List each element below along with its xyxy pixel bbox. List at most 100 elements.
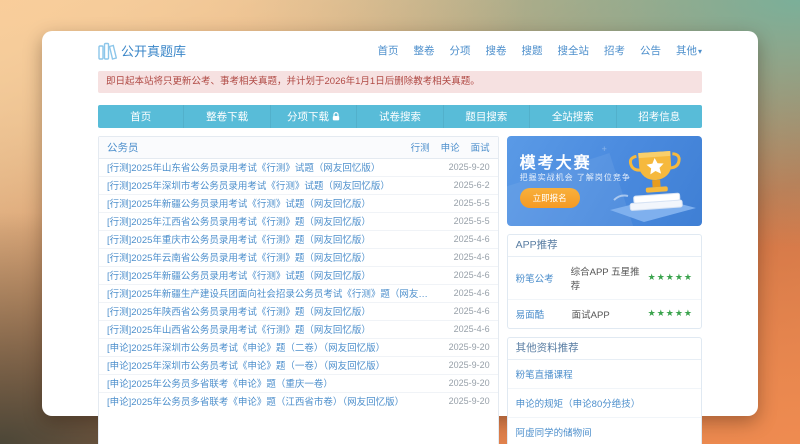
exam-link[interactable]: [申论]2025年深圳市公务员考试《申论》题（一卷）（网友回忆版） (107, 358, 385, 372)
nav-item-整卷[interactable]: 整卷 (413, 43, 434, 58)
exam-link[interactable]: [行测]2025年新疆公务员录用考试《行测》试题（网友回忆版） (107, 196, 371, 210)
exam-row: [行测]2025年陕西省公务员录用考试《行测》题（网友回忆版） 2025-4-6 (99, 303, 498, 321)
exam-row: [行测]2025年新疆公务员录用考试《行测》试题（网友回忆版） 2025-4-6 (99, 267, 498, 285)
tab-题目搜索[interactable]: 题目搜索 (442, 104, 529, 128)
exam-link[interactable]: [行测]2025年陕西省公务员录用考试《行测》题（网友回忆版） (107, 304, 371, 318)
chevron-down-icon: ▾ (697, 47, 702, 56)
filter-行测[interactable]: 行测 (411, 140, 430, 154)
exam-date: 2025-9-20 (448, 396, 490, 406)
exam-row: [行测]2025年重庆市公务员录用考试《行测》题（网友回忆版） 2025-4-6 (99, 231, 498, 249)
app-row: 粉笔公考 综合APP 五星推荐 ★★★★★ (507, 257, 701, 300)
tab-试卷搜索[interactable]: 试卷搜索 (356, 104, 442, 128)
exam-date: 2025-9-20 (448, 162, 490, 172)
exam-row: [行测]2025年深圳市考公务员录用考试《行测》试题（网友回忆版） 2025-6-… (99, 177, 498, 195)
rating-stars-icon: ★★★★★ (647, 272, 693, 282)
exam-date: 2025-4-6 (453, 288, 490, 298)
nav-item-more[interactable]: 其他▾ (676, 43, 702, 58)
site-title: 公开真题库 (121, 44, 187, 59)
exam-date: 2025-4-6 (453, 270, 490, 280)
app-description: 综合APP 五星推荐 (570, 266, 640, 292)
exam-date: 2025-4-6 (453, 324, 490, 334)
nav-item-分项[interactable]: 分项 (449, 43, 470, 58)
site-logo[interactable]: 公开真题库 (98, 41, 186, 60)
filter-面试[interactable]: 面试 (471, 140, 490, 154)
rating-stars-icon: ★★★★★ (647, 308, 693, 318)
other-resources-panel: 其他资料推荐 粉笔直播课程申论的规矩（申论80分绝技）阿虚同学的储物间医考题库小… (506, 336, 702, 444)
exam-date: 2025-4-6 (453, 252, 490, 262)
app-name-link[interactable]: 粉笔公考 (516, 271, 571, 285)
exam-link[interactable]: [行测]2025年新疆生产建设兵团面向社会招录公务员考试《行测》题（网友回忆版） (107, 286, 437, 300)
resource-rows: 粉笔直播课程申论的规矩（申论80分绝技）阿虚同学的储物间医考题库小程序 (507, 360, 701, 444)
resource-row: 粉笔直播课程 (507, 360, 701, 389)
lock-icon (332, 111, 340, 120)
notice-bar: 即日起本站将只更新公考、事考相关真题，并计划于2026年1月1日后删除教考相关真… (98, 71, 702, 93)
app-rows: 粉笔公考 综合APP 五星推荐 ★★★★★ 易面酷 面试APP ★★★★★ (507, 257, 701, 328)
exam-row: [申论]2025年深圳市公务员考试《申论》题（一卷）（网友回忆版） 2025-9-… (99, 357, 498, 375)
exam-date: 2025-5-5 (453, 216, 490, 226)
exam-row: [行测]2025年山东省公务员录用考试《行测》试题（网友回忆版） 2025-9-2… (99, 159, 498, 177)
banner-title: 模考大赛 (519, 154, 592, 172)
trophy-icon (610, 150, 696, 222)
exam-rows: [行测]2025年山东省公务员录用考试《行测》试题（网友回忆版） 2025-9-2… (99, 159, 498, 410)
exam-list-title[interactable]: 公务员 (107, 140, 139, 155)
resource-link[interactable]: 阿虚同学的储物间 (516, 428, 592, 439)
nav-item-招考[interactable]: 招考 (604, 43, 625, 58)
resource-row: 阿虚同学的储物间 (508, 418, 701, 444)
app-recommend-title: APP推荐 (507, 235, 701, 257)
nav-item-首页[interactable]: 首页 (377, 43, 398, 58)
exam-link[interactable]: [行测]2025年新疆公务员录用考试《行测》试题（网友回忆版） (107, 268, 371, 282)
browser-page-card: 公开真题库 首页 整卷 分项 搜卷 搜题 搜全站 招考 公告 其他▾ 即日起本站将只更新公考、事… (42, 31, 758, 444)
tab-全站搜索[interactable]: 全站搜索 (529, 104, 615, 128)
exam-link[interactable]: [行测]2025年云南省公务员录用考试《行测》题（网友回忆版） (107, 250, 371, 264)
nav-item-公告[interactable]: 公告 (640, 43, 661, 58)
app-row: 易面酷 面试APP ★★★★★ (508, 300, 701, 328)
exam-row: [申论]2025年深圳市公务员考试《申论》题（二卷）（网友回忆版） 2025-9-… (99, 339, 498, 357)
tab-招考信息[interactable]: 招考信息 (615, 104, 702, 128)
exam-date: 2025-4-6 (453, 306, 490, 316)
top-nav: 首页 整卷 分项 搜卷 搜题 搜全站 招考 公告 其他▾ (377, 43, 702, 58)
exam-list-header: 公务员 行测 申论 面试 (99, 136, 498, 159)
exam-link[interactable]: [行测]2025年重庆市公务员录用考试《行测》题（网友回忆版） (107, 232, 371, 246)
nav-item-搜全站[interactable]: 搜全站 (557, 43, 589, 58)
exam-link[interactable]: [行测]2025年山西省公务员录用考试《行测》题（网友回忆版） (107, 322, 371, 336)
exam-link[interactable]: [行测]2025年深圳市考公务员录用考试《行测》试题（网友回忆版） (107, 178, 390, 192)
exam-row: [行测]2025年江西省公务员录用考试《行测》题（网友回忆版） 2025-5-5 (99, 213, 498, 231)
resource-link[interactable]: 粉笔直播课程 (516, 370, 573, 381)
tab-首页[interactable]: 首页 (98, 105, 183, 128)
desktop-background: 公开真题库 首页 整卷 分项 搜卷 搜题 搜全站 招考 公告 其他▾ 即日起本站将只更新公考、事… (0, 0, 800, 444)
exam-row: [行测]2025年云南省公务员录用考试《行测》题（网友回忆版） 2025-4-6 (99, 249, 498, 267)
contest-banner[interactable]: + + 模考大赛 把握实战机会 了解岗位竞争 立即报名 (506, 135, 702, 226)
main-content: 公务员 行测 申论 面试 [行测]2025年山东省公务员录用考试《行测》试题（网友回… (98, 135, 702, 444)
resource-row: 申论的规矩（申论80分绝技） (507, 389, 701, 418)
sidebar: + + 模考大赛 把握实战机会 了解岗位竞争 立即报名 (506, 135, 702, 444)
exam-date: 2025-4-6 (453, 234, 490, 244)
filter-申论[interactable]: 申论 (441, 140, 460, 154)
exam-link[interactable]: [行测]2025年江西省公务员录用考试《行测》题（网友回忆版） (107, 214, 371, 228)
tab-整卷下载[interactable]: 整卷下载 (183, 104, 269, 128)
exam-date: 2025-6-2 (453, 180, 490, 190)
nav-item-搜题[interactable]: 搜题 (521, 43, 542, 58)
resource-link[interactable]: 申论的规矩（申论80分绝技） (516, 399, 641, 410)
exam-row: [申论]2025年公务员多省联考《申论》题（重庆一卷） 2025-9-20 (99, 375, 498, 393)
exam-list-panel: 公务员 行测 申论 面试 [行测]2025年山东省公务员录用考试《行测》试题（网友回… (98, 135, 499, 444)
exam-date: 2025-9-20 (448, 342, 490, 352)
exam-link[interactable]: [行测]2025年山东省公务员录用考试《行测》试题（网友回忆版） (107, 160, 380, 174)
signup-button[interactable]: 立即报名 (519, 187, 580, 208)
exam-date: 2025-9-20 (448, 378, 490, 388)
app-recommend-panel: APP推荐 粉笔公考 综合APP 五星推荐 ★★★★★ 易面酷 面试APP ★★★★★ (506, 233, 702, 329)
exam-date: 2025-5-5 (453, 198, 490, 208)
exam-link[interactable]: [申论]2025年公务员多省联考《申论》题（重庆一卷） (107, 376, 333, 390)
logo-books-icon (98, 42, 117, 60)
exam-list-filters: 行测 申论 面试 (411, 140, 490, 154)
exam-row: [申论]2025年公务员多省联考《申论》题（江西省市卷）（网友回忆版） 2025-… (99, 393, 498, 410)
exam-row: [行测]2025年新疆公务员录用考试《行测》试题（网友回忆版） 2025-5-5 (99, 195, 498, 213)
exam-link[interactable]: [申论]2025年公务员多省联考《申论》题（江西省市卷）（网友回忆版） (107, 394, 404, 408)
site-header: 公开真题库 首页 整卷 分项 搜卷 搜题 搜全站 招考 公告 其他▾ (98, 31, 702, 67)
exam-row: [行测]2025年山西省公务员录用考试《行测》题（网友回忆版） 2025-4-6 (99, 321, 498, 339)
other-resources-title: 其他资料推荐 (507, 338, 701, 360)
nav-item-搜卷[interactable]: 搜卷 (485, 43, 506, 58)
exam-link[interactable]: [申论]2025年深圳市公务员考试《申论》题（二卷）（网友回忆版） (107, 340, 385, 354)
exam-date: 2025-9-20 (448, 360, 490, 370)
app-name-link[interactable]: 易面酷 (516, 307, 572, 321)
tab-分项下载[interactable]: 分项下载 (269, 104, 356, 128)
